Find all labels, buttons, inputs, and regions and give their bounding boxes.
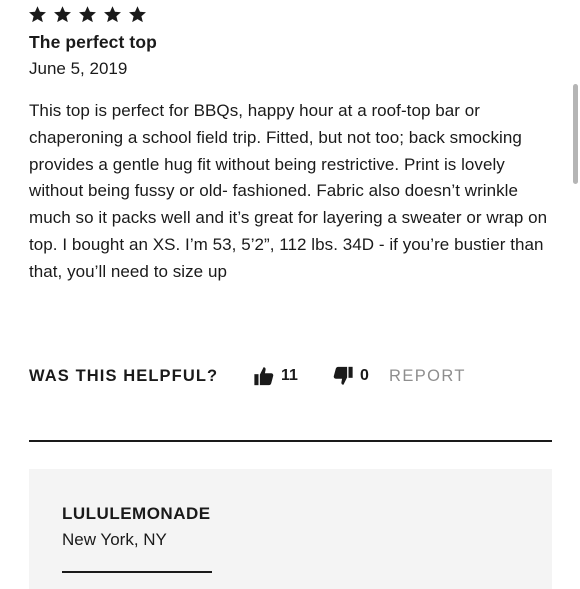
star-icon <box>54 6 71 23</box>
reviewer-name: LULULEMONADE <box>62 504 211 523</box>
section-divider <box>29 440 552 442</box>
star-rating <box>28 5 147 24</box>
star-icon <box>29 6 46 23</box>
review-title: The perfect top <box>29 32 157 52</box>
helpful-row: WAS THIS HELPFUL? 11 0 REPORT <box>29 365 559 389</box>
reviewer-card: LULULEMONADE New York, NY <box>29 469 552 589</box>
star-icon <box>104 6 121 23</box>
star-icon <box>129 6 146 23</box>
helpful-label: WAS THIS HELPFUL? <box>29 367 219 385</box>
scrollbar[interactable] <box>573 84 578 184</box>
thumbs-down-icon <box>333 366 353 385</box>
report-link[interactable]: REPORT <box>389 367 466 386</box>
helpful-yes-count: 11 <box>281 367 298 384</box>
reviewer-divider <box>62 571 212 573</box>
review-body: This top is perfect for BBQs, happy hour… <box>29 101 548 281</box>
star-icon <box>79 6 96 23</box>
reviewer-location: New York, NY <box>62 530 167 549</box>
review-date: June 5, 2019 <box>29 59 128 78</box>
helpful-yes-button[interactable]: 11 <box>253 365 298 387</box>
helpful-no-count: 0 <box>360 367 369 384</box>
helpful-no-button[interactable]: 0 <box>332 365 369 387</box>
thumbs-up-icon <box>254 367 274 386</box>
